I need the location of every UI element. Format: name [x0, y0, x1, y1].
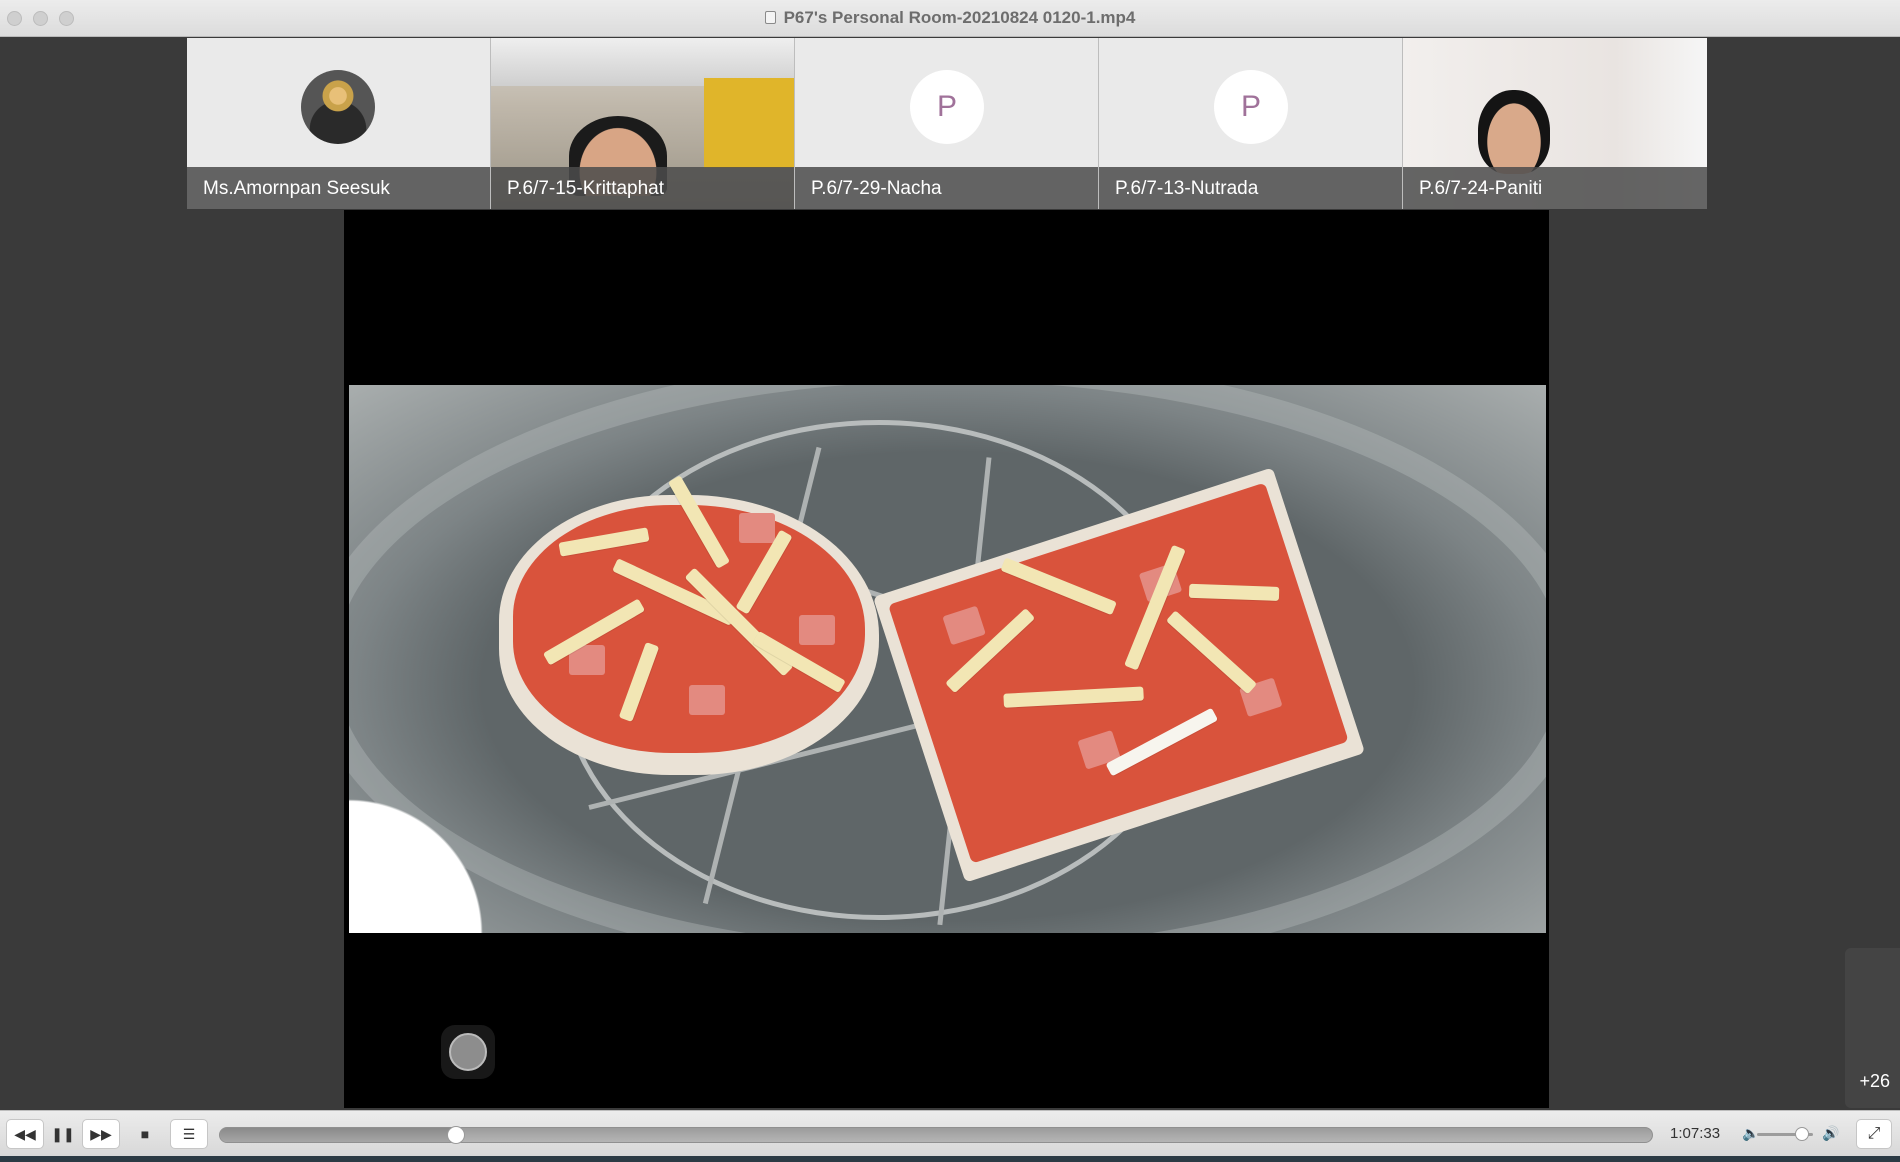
more-participants-count: +26: [1859, 1071, 1890, 1091]
playlist-button[interactable]: ☰: [170, 1119, 208, 1149]
stop-button[interactable]: ■: [126, 1119, 164, 1149]
video-player-window: P67's Personal Room-20210824 0120-1.mp4 …: [0, 0, 1900, 1162]
participant-initial-avatar: P: [910, 70, 984, 144]
participant-tile[interactable]: P.6/7-24-Paniti: [1403, 38, 1707, 209]
progress-handle[interactable]: [447, 1126, 466, 1144]
speaker-high-icon: 🔊: [1822, 1125, 1840, 1141]
pause-button[interactable]: ❚❚: [44, 1119, 82, 1149]
record-dot-icon: [449, 1033, 487, 1071]
participant-tile[interactable]: P P.6/7-29-Nacha: [795, 38, 1099, 209]
progress-bar[interactable]: [219, 1126, 1653, 1144]
participant-name: Ms.Amornpan Seesuk: [203, 178, 390, 199]
participant-avatar: [301, 70, 375, 144]
participant-initial-avatar: P: [1214, 70, 1288, 144]
main-video-stage[interactable]: [344, 210, 1549, 1108]
document-icon: [764, 11, 776, 24]
playback-controls: ◀◀ ❚❚ ▶▶ ■ ☰ 1:07:33 🔈 🔊 ⤢: [0, 1110, 1900, 1156]
volume-handle[interactable]: [1794, 1127, 1809, 1141]
participant-tile[interactable]: P P.6/7-13-Nutrada: [1099, 38, 1403, 209]
window-title: P67's Personal Room-20210824 0120-1.mp4: [0, 0, 1900, 37]
participant-tile[interactable]: Ms.Amornpan Seesuk: [187, 38, 491, 209]
participant-name: P.6/7-15-Krittaphat: [507, 178, 665, 199]
participant-name: P.6/7-29-Nacha: [811, 178, 942, 199]
rewind-button[interactable]: ◀◀: [6, 1119, 44, 1149]
current-time: 1:07:33: [1670, 1125, 1721, 1142]
more-participants-panel[interactable]: +26: [1845, 948, 1900, 1108]
shared-video-frame: [349, 385, 1546, 933]
fullscreen-button[interactable]: ⤢: [1856, 1119, 1892, 1149]
progress-fill: [220, 1128, 457, 1142]
window-title-text: P67's Personal Room-20210824 0120-1.mp4: [783, 8, 1136, 27]
participant-name: P.6/7-13-Nutrada: [1115, 178, 1259, 199]
record-button[interactable]: [441, 1025, 495, 1079]
volume-slider[interactable]: [1757, 1127, 1813, 1141]
title-bar[interactable]: P67's Personal Room-20210824 0120-1.mp4: [0, 0, 1900, 37]
participant-tile[interactable]: P.6/7-15-Krittaphat: [491, 38, 795, 209]
participant-strip: Ms.Amornpan Seesuk P.6/7-15-Krittaphat P…: [187, 38, 1707, 209]
desktop-edge: [0, 1156, 1900, 1162]
forward-button[interactable]: ▶▶: [82, 1119, 120, 1149]
participant-name: P.6/7-24-Paniti: [1419, 178, 1543, 199]
